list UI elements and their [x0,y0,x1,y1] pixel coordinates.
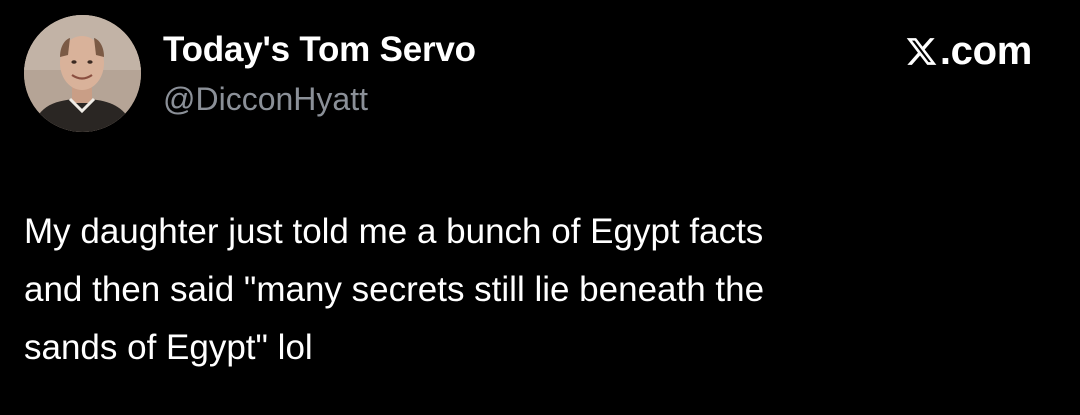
author-display-name[interactable]: Today's Tom Servo [163,28,476,72]
avatar[interactable] [24,15,141,132]
person-portrait-icon [24,15,141,132]
x-logo-icon [905,35,938,68]
tweet-card: Today's Tom Servo @DicconHyatt .com My d… [0,0,1080,415]
brand-watermark: .com [905,27,1032,75]
author-handle[interactable]: @DicconHyatt [163,79,368,119]
tweet-text: My daughter just told me a bunch of Egyp… [24,212,765,367]
brand-domain-label: .com [939,29,1032,73]
